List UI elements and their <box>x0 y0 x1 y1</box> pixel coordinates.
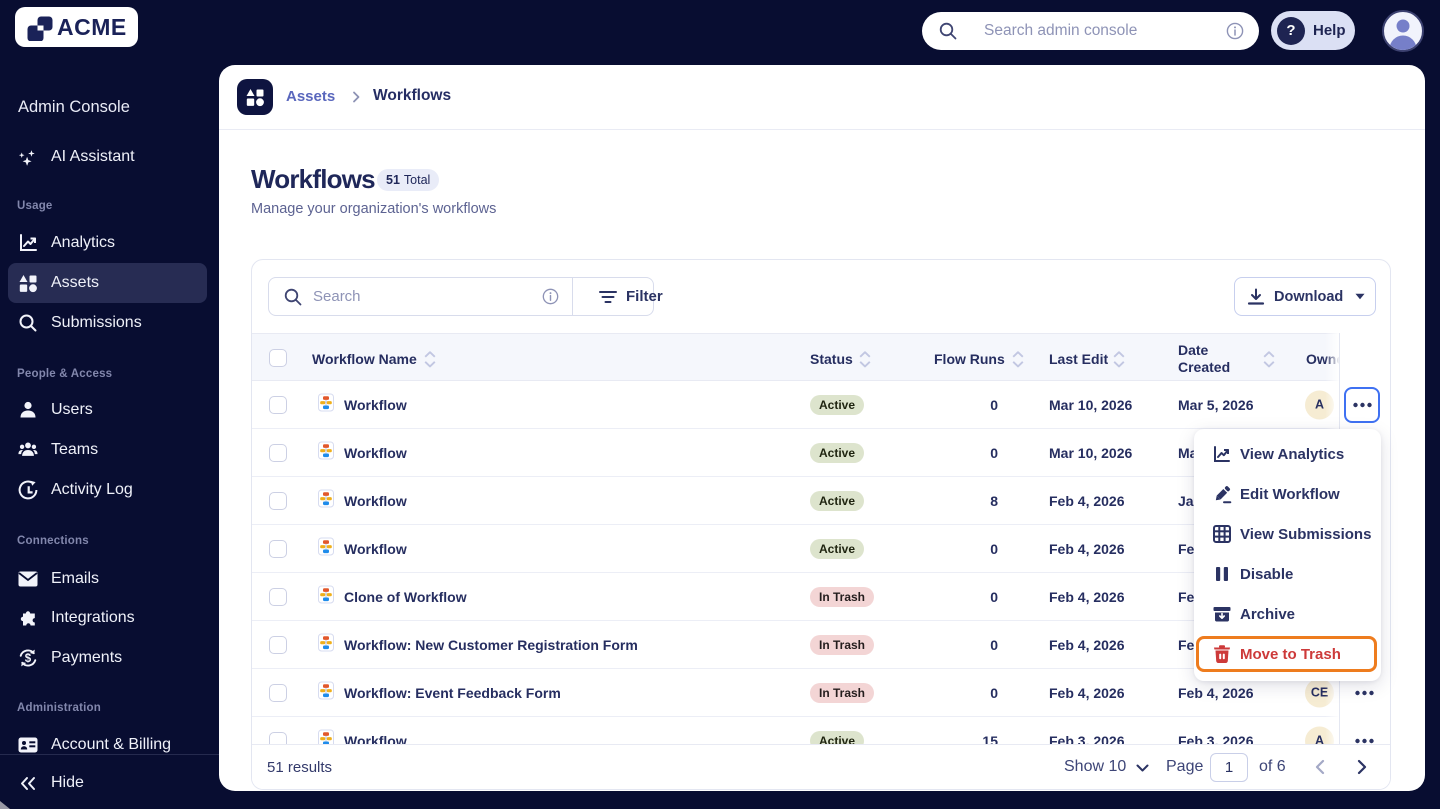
svg-text:$: $ <box>25 653 32 665</box>
